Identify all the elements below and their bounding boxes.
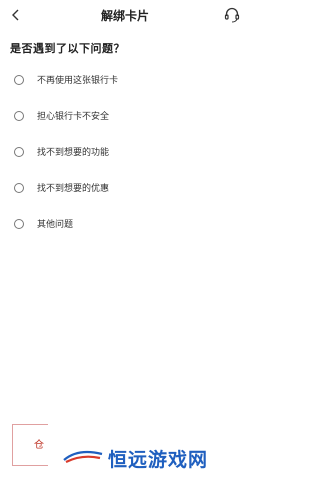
- option-label: 找不到想要的功能: [37, 148, 110, 158]
- option-label: 不再使用这张银行卡: [37, 76, 119, 86]
- page-title: 解绑卡片: [100, 9, 149, 23]
- top-bar: 解绑卡片: [0, 0, 250, 30]
- watermark-logo-icon: [63, 450, 103, 463]
- radio-button[interactable]: [14, 147, 24, 157]
- radio-button[interactable]: [14, 219, 24, 229]
- radio-button[interactable]: [14, 75, 24, 85]
- radio-button[interactable]: [14, 183, 24, 193]
- option-label: 其他问题: [37, 220, 74, 230]
- option-label: 担心银行卡不安全: [37, 112, 110, 122]
- customer-service-icon[interactable]: [223, 6, 241, 24]
- bottom-action-button-label: 仓: [34, 440, 44, 451]
- survey-question: 是否遇到了以下问题？: [10, 42, 125, 55]
- option-discount-not-found[interactable]: 找不到想要的优惠: [0, 176, 250, 204]
- watermark-text: 恒远游戏网: [108, 449, 209, 471]
- option-card-unsafe[interactable]: 担心银行卡不安全: [0, 104, 250, 132]
- option-no-longer-use-card[interactable]: 不再使用这张银行卡: [0, 68, 250, 96]
- option-feature-not-found[interactable]: 找不到想要的功能: [0, 140, 250, 168]
- option-other[interactable]: 其他问题: [0, 212, 250, 240]
- radio-button[interactable]: [14, 111, 24, 121]
- option-label: 找不到想要的优惠: [37, 184, 110, 194]
